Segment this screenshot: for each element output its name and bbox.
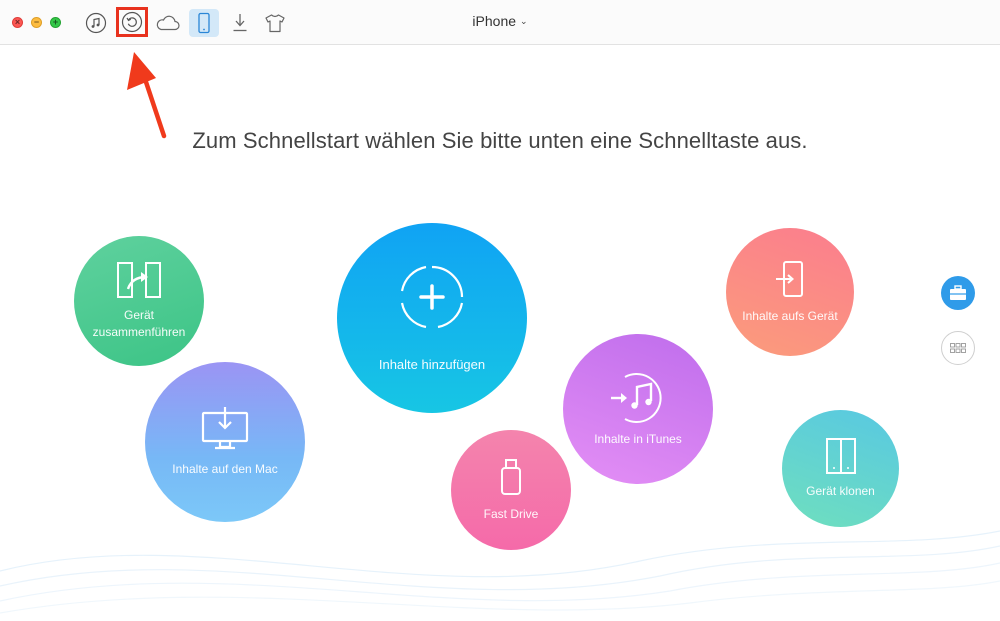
red-arrow-annotation bbox=[127, 52, 167, 139]
close-glyph: × bbox=[14, 17, 21, 27]
toolbar-music-button[interactable] bbox=[81, 9, 111, 37]
phone-icon bbox=[198, 12, 210, 34]
fast-drive-label: Fast Drive bbox=[483, 506, 539, 521]
clone-icon bbox=[825, 438, 856, 474]
toolbar-tshirt-button[interactable] bbox=[260, 9, 290, 37]
title-bar: × − + iPhone ⌄ bbox=[0, 0, 1000, 45]
toolbar-backup-button[interactable] bbox=[116, 7, 148, 37]
music-icon bbox=[85, 12, 107, 34]
merge-devices-label-1: Gerät bbox=[123, 308, 154, 322]
minimize-glyph: − bbox=[33, 17, 40, 27]
content-to-device-button[interactable]: Inhalte aufs Gerät bbox=[726, 228, 854, 356]
content-to-mac-button[interactable]: Inhalte auf den Mac bbox=[145, 362, 305, 522]
itunes-icon bbox=[611, 372, 662, 423]
minimize-window-button[interactable]: − bbox=[31, 17, 42, 28]
grid-icon bbox=[950, 343, 966, 353]
monitor-download-icon bbox=[201, 406, 249, 449]
usb-drive-icon bbox=[501, 458, 521, 495]
close-window-button[interactable]: × bbox=[12, 17, 23, 28]
toolbar-cloud-button[interactable] bbox=[153, 9, 183, 37]
content-to-itunes-button[interactable]: Inhalte in iTunes bbox=[563, 334, 713, 484]
device-name: iPhone bbox=[472, 13, 517, 29]
plus-circle-icon bbox=[400, 265, 464, 328]
toolbar-download-button[interactable] bbox=[225, 9, 255, 37]
cloud-icon bbox=[156, 15, 180, 31]
clone-device-button[interactable]: Gerät klonen bbox=[782, 410, 899, 527]
zoom-glyph: + bbox=[52, 17, 59, 27]
phone-import-icon bbox=[776, 260, 803, 297]
content-to-itunes-label: Inhalte in iTunes bbox=[594, 431, 682, 446]
merge-devices-button[interactable]: Gerät zusammenführen bbox=[74, 236, 204, 366]
content-to-mac-label: Inhalte auf den Mac bbox=[172, 461, 278, 476]
page-headline: Zum Schnellstart wählen Sie bitte unten … bbox=[192, 128, 808, 153]
tshirt-icon bbox=[265, 14, 285, 33]
backup-restore-icon bbox=[121, 11, 143, 33]
add-content-label: Inhalte hinzufügen bbox=[378, 356, 486, 372]
toolbox-icon bbox=[950, 285, 966, 300]
chevron-down-icon: ⌄ bbox=[520, 16, 528, 26]
merge-devices-label-2: zusammenführen bbox=[92, 325, 186, 339]
toolbox-button[interactable] bbox=[941, 276, 975, 310]
grid-view-button[interactable] bbox=[941, 331, 975, 365]
clone-device-label: Gerät klonen bbox=[806, 484, 875, 498]
zoom-window-button[interactable]: + bbox=[50, 17, 61, 28]
device-selector[interactable]: iPhone ⌄ bbox=[440, 13, 560, 29]
add-content-button[interactable]: Inhalte hinzufügen bbox=[337, 223, 527, 413]
download-icon bbox=[233, 14, 247, 32]
merge-icon bbox=[117, 262, 161, 298]
toolbar-device-button[interactable] bbox=[189, 9, 219, 37]
content-to-device-label: Inhalte aufs Gerät bbox=[742, 308, 838, 323]
fast-drive-button[interactable]: Fast Drive bbox=[451, 430, 571, 550]
